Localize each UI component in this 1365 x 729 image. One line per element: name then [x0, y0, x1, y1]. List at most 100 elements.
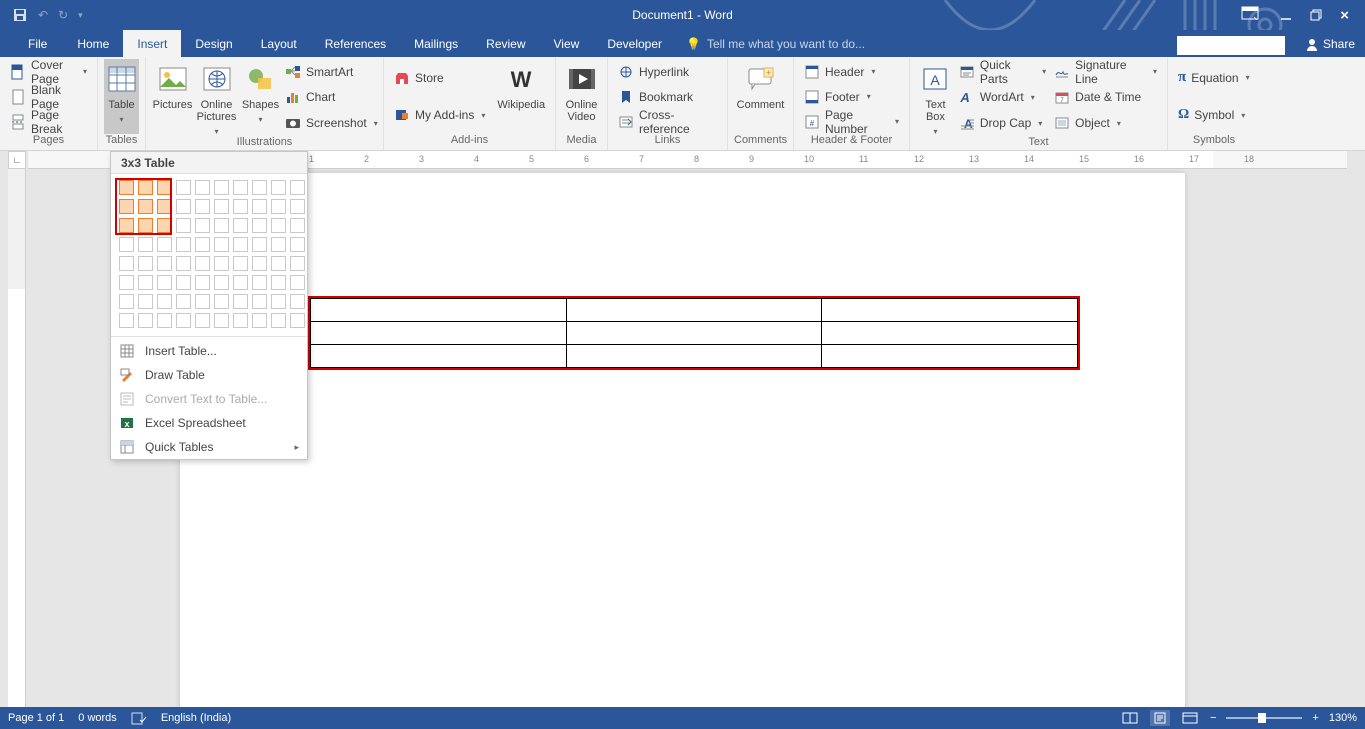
excel-spreadsheet-menu[interactable]: xExcel Spreadsheet	[111, 411, 307, 435]
quick-parts-button[interactable]: Quick Parts▾	[955, 61, 1050, 83]
pictures-button[interactable]: Pictures	[152, 59, 193, 136]
read-mode-icon[interactable]	[1120, 710, 1140, 726]
grid-cell[interactable]	[138, 218, 153, 233]
table-size-grid[interactable]	[111, 174, 307, 334]
grid-cell[interactable]	[214, 218, 229, 233]
shapes-button[interactable]: Shapes▾	[240, 59, 281, 136]
grid-cell[interactable]	[252, 313, 267, 328]
grid-cell[interactable]	[157, 275, 172, 290]
tab-mailings[interactable]: Mailings	[400, 30, 472, 57]
grid-cell[interactable]	[290, 256, 305, 271]
grid-cell[interactable]	[290, 199, 305, 214]
chart-button[interactable]: Chart	[281, 86, 377, 108]
quick-tables-menu[interactable]: Quick Tables▸	[111, 435, 307, 459]
table-cell[interactable]	[311, 299, 567, 322]
grid-cell[interactable]	[157, 313, 172, 328]
grid-cell[interactable]	[195, 313, 210, 328]
grid-cell[interactable]	[138, 199, 153, 214]
zoom-out-button[interactable]: −	[1210, 712, 1216, 724]
grid-cell[interactable]	[271, 275, 286, 290]
zoom-level[interactable]: 130%	[1329, 712, 1357, 724]
grid-cell[interactable]	[252, 199, 267, 214]
grid-cell[interactable]	[119, 218, 134, 233]
table-cell[interactable]	[822, 299, 1078, 322]
vertical-ruler[interactable]	[8, 169, 26, 707]
tab-home[interactable]: Home	[63, 30, 123, 57]
grid-cell[interactable]	[119, 294, 134, 309]
hyperlink-button[interactable]: Hyperlink	[614, 61, 721, 83]
grid-cell[interactable]	[290, 313, 305, 328]
qat-customize-icon[interactable]: ▾	[78, 10, 83, 21]
grid-cell[interactable]	[233, 237, 248, 252]
table-cell[interactable]	[822, 345, 1078, 368]
grid-cell[interactable]	[252, 256, 267, 271]
grid-cell[interactable]	[138, 275, 153, 290]
grid-cell[interactable]	[157, 180, 172, 195]
wikipedia-button[interactable]: WWikipedia	[493, 59, 549, 134]
grid-cell[interactable]	[176, 294, 191, 309]
grid-cell[interactable]	[195, 294, 210, 309]
grid-cell[interactable]	[157, 237, 172, 252]
grid-cell[interactable]	[233, 313, 248, 328]
grid-cell[interactable]	[233, 180, 248, 195]
grid-cell[interactable]	[214, 256, 229, 271]
object-button[interactable]: Object▾	[1050, 112, 1161, 134]
signature-line-button[interactable]: Signature Line▾	[1050, 61, 1161, 83]
table-cell[interactable]	[311, 345, 567, 368]
grid-cell[interactable]	[214, 237, 229, 252]
symbol-button[interactable]: ΩSymbol▾	[1174, 104, 1254, 126]
grid-cell[interactable]	[157, 199, 172, 214]
grid-cell[interactable]	[233, 294, 248, 309]
online-video-button[interactable]: Online Video	[562, 59, 601, 134]
minimize-icon[interactable]	[1280, 9, 1292, 21]
web-layout-icon[interactable]	[1180, 710, 1200, 726]
grid-cell[interactable]	[290, 294, 305, 309]
spell-check-icon[interactable]	[131, 711, 147, 725]
text-box-button[interactable]: AText Box▾	[916, 59, 955, 136]
grid-cell[interactable]	[252, 294, 267, 309]
page-indicator[interactable]: Page 1 of 1	[8, 712, 64, 724]
header-button[interactable]: Header▾	[800, 61, 903, 83]
screenshot-button[interactable]: Screenshot▾	[281, 112, 377, 134]
word-count[interactable]: 0 words	[78, 712, 117, 724]
grid-cell[interactable]	[138, 237, 153, 252]
grid-cell[interactable]	[119, 313, 134, 328]
insert-table-menu[interactable]: Insert Table...	[111, 339, 307, 363]
blank-page-button[interactable]: Blank Page	[6, 86, 91, 108]
grid-cell[interactable]	[157, 294, 172, 309]
grid-cell[interactable]	[176, 275, 191, 290]
grid-cell[interactable]	[119, 275, 134, 290]
grid-cell[interactable]	[138, 256, 153, 271]
save-icon[interactable]	[12, 7, 28, 23]
grid-cell[interactable]	[252, 275, 267, 290]
restore-icon[interactable]	[1310, 9, 1322, 21]
grid-cell[interactable]	[214, 275, 229, 290]
tab-view[interactable]: View	[540, 30, 594, 57]
store-button[interactable]: Store	[390, 67, 493, 89]
smartart-button[interactable]: SmartArt	[281, 61, 377, 83]
grid-cell[interactable]	[157, 218, 172, 233]
grid-cell[interactable]	[138, 313, 153, 328]
zoom-in-button[interactable]: +	[1312, 712, 1318, 724]
grid-cell[interactable]	[119, 199, 134, 214]
grid-cell[interactable]	[119, 180, 134, 195]
wordart-button[interactable]: AWordArt▾	[955, 86, 1050, 108]
grid-cell[interactable]	[157, 256, 172, 271]
grid-cell[interactable]	[138, 294, 153, 309]
grid-cell[interactable]	[176, 237, 191, 252]
comment-button[interactable]: +Comment	[734, 59, 787, 134]
page[interactable]	[180, 173, 1185, 707]
search-input[interactable]	[1177, 36, 1285, 55]
cross-reference-button[interactable]: Cross-reference	[614, 111, 721, 133]
my-addins-button[interactable]: My Add-ins▾	[390, 104, 493, 126]
grid-cell[interactable]	[214, 294, 229, 309]
tab-selector[interactable]: ∟	[8, 151, 26, 169]
grid-cell[interactable]	[176, 313, 191, 328]
grid-cell[interactable]	[214, 180, 229, 195]
table-cell[interactable]	[566, 299, 822, 322]
grid-cell[interactable]	[195, 237, 210, 252]
drop-cap-button[interactable]: ADrop Cap▾	[955, 112, 1050, 134]
grid-cell[interactable]	[195, 218, 210, 233]
grid-cell[interactable]	[233, 256, 248, 271]
grid-cell[interactable]	[233, 218, 248, 233]
